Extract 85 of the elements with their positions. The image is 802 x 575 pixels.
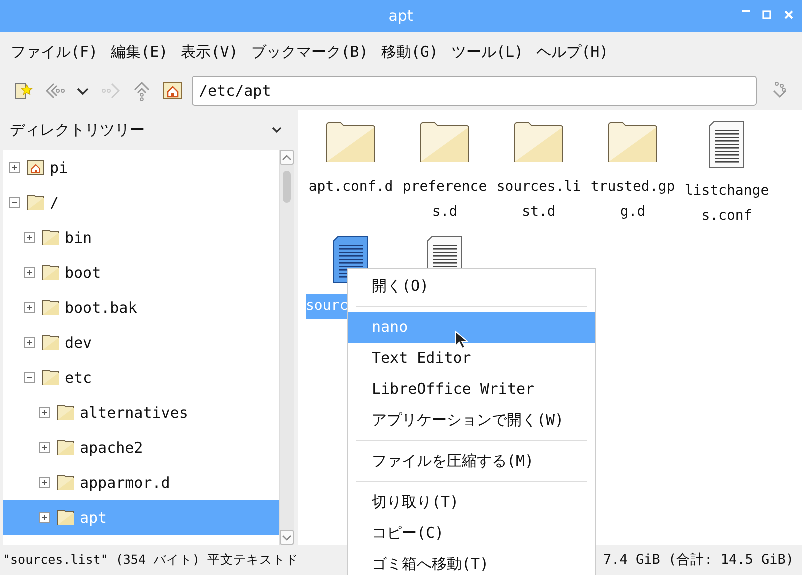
scroll-down-button[interactable] (280, 530, 294, 545)
close-icon (784, 10, 794, 20)
expander-toggle[interactable] (39, 477, 50, 488)
status-text: "sources.list" (354 バイト) 平文テキストド (3, 552, 299, 568)
home-icon (162, 80, 184, 102)
tree-item[interactable]: alternatives (3, 395, 279, 430)
file-name[interactable]: preferences.d (400, 175, 490, 225)
folder-icon (608, 121, 658, 165)
pointer-icon (454, 330, 468, 350)
expand-icon (39, 477, 50, 488)
folder-icon (42, 264, 60, 282)
expand-icon (24, 267, 35, 278)
side-panel-title: ディレクトリツリー (10, 120, 145, 140)
expand-icon (24, 302, 35, 313)
expand-icon (39, 407, 50, 418)
location-field[interactable]: /etc/apt (192, 76, 757, 106)
expander-toggle[interactable] (24, 372, 35, 383)
menu-item[interactable]: 表示(V) (178, 42, 248, 62)
menu-item[interactable]: 移動(G) (378, 42, 448, 62)
menu-item[interactable]: 編集(E) (108, 42, 178, 62)
expand-icon (39, 442, 50, 453)
collapse-icon (9, 197, 20, 208)
tree-item[interactable]: apache2 (3, 430, 279, 465)
folder-icon (42, 298, 60, 316)
document-icon (708, 121, 746, 169)
menu-item[interactable]: ファイルを圧縮する(M) (348, 446, 595, 477)
menu-item[interactable]: Text Editor (348, 343, 595, 374)
file-name[interactable]: trusted.gpg.d (588, 175, 678, 225)
tree-item[interactable]: boot (3, 255, 279, 290)
file-name[interactable]: listchanges.conf (682, 179, 772, 229)
folder-icon (42, 334, 60, 352)
expander-toggle[interactable] (24, 337, 35, 348)
expander-toggle[interactable] (39, 407, 50, 418)
minimize-icon (742, 10, 750, 12)
folder-icon (42, 228, 60, 246)
menu-item[interactable]: ゴミ箱へ移動(T) (348, 549, 595, 575)
expander-toggle[interactable] (24, 232, 35, 243)
folder-icon (326, 121, 376, 165)
expander-toggle[interactable] (24, 267, 35, 278)
menu-item[interactable]: ヘルプ(H) (534, 42, 619, 62)
folder-icon (27, 194, 45, 212)
disk-space-text: 7.4 GiB (合計: 14.5 GiB) (603, 551, 794, 569)
menu-item[interactable]: コピー(C) (348, 518, 595, 549)
folder-icon (420, 121, 470, 165)
tree-item[interactable]: dev (3, 325, 279, 360)
tree-item[interactable]: / (3, 185, 279, 220)
menu-item[interactable]: LibreOffice Writer (348, 374, 595, 405)
chevron-up-icon (282, 152, 292, 162)
menu-item[interactable]: 切り取り(T) (348, 487, 595, 518)
menu-item[interactable]: ファイル(F) (8, 42, 108, 62)
folder-icon (42, 368, 60, 386)
expand-icon (24, 337, 35, 348)
tree-item[interactable]: etc (3, 360, 279, 395)
scroll-thumb[interactable] (283, 171, 291, 203)
home-folder-icon (27, 158, 45, 176)
chevron-down-icon (77, 88, 89, 94)
tree-item[interactable]: bin (3, 220, 279, 255)
folder-icon (57, 508, 75, 526)
menu-item[interactable]: ブックマーク(B) (248, 42, 378, 62)
menu-item[interactable]: 開く(O) (348, 271, 595, 302)
folder-icon (514, 121, 564, 165)
tree-item[interactable]: boot.bak (3, 290, 279, 325)
file-name[interactable]: apt.conf.d (306, 175, 396, 200)
menu-item[interactable]: アプリケーションで開く(W) (348, 405, 595, 436)
expander-toggle[interactable] (9, 162, 20, 173)
folder-icon (57, 438, 75, 456)
folder-icon (57, 404, 75, 422)
expander-toggle[interactable] (39, 512, 50, 523)
scrollbar[interactable] (279, 150, 294, 545)
window-title: apt (388, 7, 414, 25)
maximize-icon (762, 10, 772, 20)
folder-icon (57, 474, 75, 492)
menu-item[interactable]: ツール(L) (448, 42, 534, 62)
expander-toggle[interactable] (39, 442, 50, 453)
tree-item[interactable]: apparmor.d (3, 465, 279, 500)
scroll-up-button[interactable] (280, 150, 294, 165)
file-name[interactable]: sources.list.d (494, 175, 584, 225)
chevron-down-icon (282, 532, 292, 542)
tree-item[interactable]: pi (3, 150, 279, 185)
collapse-icon (24, 372, 35, 383)
expander-toggle[interactable] (24, 302, 35, 313)
expand-icon (9, 162, 20, 173)
expander-toggle[interactable] (9, 197, 20, 208)
expand-icon (39, 512, 50, 523)
expand-icon (24, 232, 35, 243)
